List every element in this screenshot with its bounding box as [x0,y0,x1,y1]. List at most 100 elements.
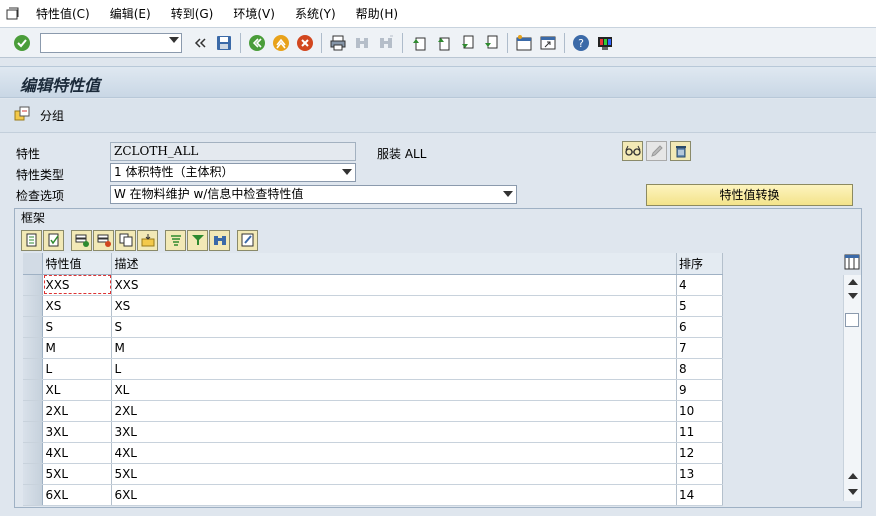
cell-sort[interactable]: 11 [676,421,723,443]
enter-check-icon[interactable] [12,33,32,53]
table-row[interactable]: 3XL 3XL 11 [23,421,723,443]
cell-sort[interactable]: 8 [676,358,723,380]
cell-description[interactable]: 4XL [111,442,677,464]
exit-icon[interactable] [271,33,291,53]
new-session-icon[interactable] [514,33,534,53]
find-icon[interactable] [209,229,230,251]
copy-row-icon[interactable] [115,229,136,251]
insert-row-icon[interactable] [137,229,158,251]
cell-value[interactable]: 5XL [42,463,113,485]
menu-edit[interactable]: 编辑(E) [100,0,161,28]
glasses-button[interactable] [622,141,643,161]
cell-value[interactable]: XS [42,295,113,317]
next-page-icon[interactable] [457,33,477,53]
check-option-select[interactable]: W 在物料维护 w/信息中检查特性值 [110,185,517,204]
row-selector[interactable] [23,358,44,380]
row-selector[interactable] [23,463,44,485]
cell-description[interactable]: XS [111,295,677,317]
cell-sort[interactable]: 10 [676,400,723,422]
cell-description[interactable]: 6XL [111,484,677,506]
check-entries-icon[interactable] [43,229,64,251]
row-selector[interactable] [23,379,44,401]
table-row[interactable]: XXS XXS 4 [23,274,723,296]
filter-icon[interactable] [187,229,208,251]
table-row[interactable]: XL XL 9 [23,379,723,401]
details-icon[interactable] [21,229,42,251]
column-header-sort[interactable]: 排序 [676,253,723,275]
scroll-page-up-icon[interactable] [848,473,858,479]
convert-values-button[interactable]: 特性值转换 [646,184,853,206]
column-header-description[interactable]: 描述 [111,253,677,275]
cell-value[interactable]: 6XL [42,484,113,506]
group-button[interactable]: 分组 [14,106,64,125]
help-icon[interactable]: ? [571,33,591,53]
cell-sort[interactable]: 7 [676,337,723,359]
sort-icon[interactable] [165,229,186,251]
row-selector[interactable] [23,400,44,422]
shortcut-icon[interactable] [538,33,558,53]
print-icon[interactable] [328,33,348,53]
scroll-up-icon[interactable] [848,279,858,285]
cell-sort[interactable]: 13 [676,463,723,485]
table-row[interactable]: S S 6 [23,316,723,338]
column-header-value[interactable]: 特性值 [42,253,113,275]
table-row[interactable]: 2XL 2XL 10 [23,400,723,422]
column-settings-icon[interactable] [843,253,861,271]
row-selector[interactable] [23,316,44,338]
delete-button[interactable] [670,141,691,161]
save-icon[interactable] [214,33,234,53]
table-row[interactable]: 5XL 5XL 13 [23,463,723,485]
row-selector[interactable] [23,484,44,506]
menu-environment[interactable]: 环境(V) [223,0,285,28]
row-selector[interactable] [23,421,44,443]
chevron-down-icon[interactable] [342,169,352,175]
menu-system[interactable]: 系统(Y) [285,0,346,28]
cancel-icon[interactable] [295,33,315,53]
scroll-down-icon[interactable] [848,293,858,299]
cell-value[interactable]: L [42,358,113,380]
table-row[interactable]: L L 8 [23,358,723,380]
cell-description[interactable]: XL [111,379,677,401]
vertical-scrollbar[interactable] [843,275,861,501]
edit-button[interactable] [646,141,667,161]
characteristic-type-select[interactable]: 1 体积特性（主体积） [110,163,356,182]
menu-goto[interactable]: 转到(G) [161,0,224,28]
cell-sort[interactable]: 12 [676,442,723,464]
delete-row-icon[interactable] [93,229,114,251]
table-row[interactable]: XS XS 5 [23,295,723,317]
cell-sort[interactable]: 4 [676,274,723,296]
row-selector[interactable] [23,274,44,296]
cell-sort[interactable]: 9 [676,379,723,401]
table-row[interactable]: M M 7 [23,337,723,359]
append-row-icon[interactable] [71,229,92,251]
table-row[interactable]: 6XL 6XL 14 [23,484,723,506]
chevron-down-icon[interactable] [169,36,179,43]
system-menu-icon[interactable] [0,0,26,28]
cell-description[interactable]: XXS [111,274,677,296]
cell-sort[interactable]: 5 [676,295,723,317]
cell-value[interactable]: M [42,337,113,359]
cell-value[interactable]: 2XL [42,400,113,422]
command-field[interactable] [40,32,182,53]
row-selector[interactable] [23,442,44,464]
select-all-cell[interactable] [23,253,44,275]
prev-page-icon[interactable] [433,33,453,53]
row-selector[interactable] [23,295,44,317]
cell-value[interactable]: 3XL [42,421,113,443]
cell-value[interactable]: XXS [42,274,113,296]
cell-description[interactable]: M [111,337,677,359]
cell-description[interactable]: 5XL [111,463,677,485]
cell-sort[interactable]: 6 [676,316,723,338]
last-page-icon[interactable] [481,33,501,53]
cell-sort[interactable]: 14 [676,484,723,506]
table-row[interactable]: 4XL 4XL 12 [23,442,723,464]
first-page-icon[interactable] [409,33,429,53]
menu-help[interactable]: 帮助(H) [346,0,408,28]
row-selector[interactable] [23,337,44,359]
cell-description[interactable]: S [111,316,677,338]
cell-value[interactable]: 4XL [42,442,113,464]
cell-value[interactable]: S [42,316,113,338]
cell-value[interactable]: XL [42,379,113,401]
chevron-down-icon[interactable] [503,191,513,197]
cell-description[interactable]: 2XL [111,400,677,422]
